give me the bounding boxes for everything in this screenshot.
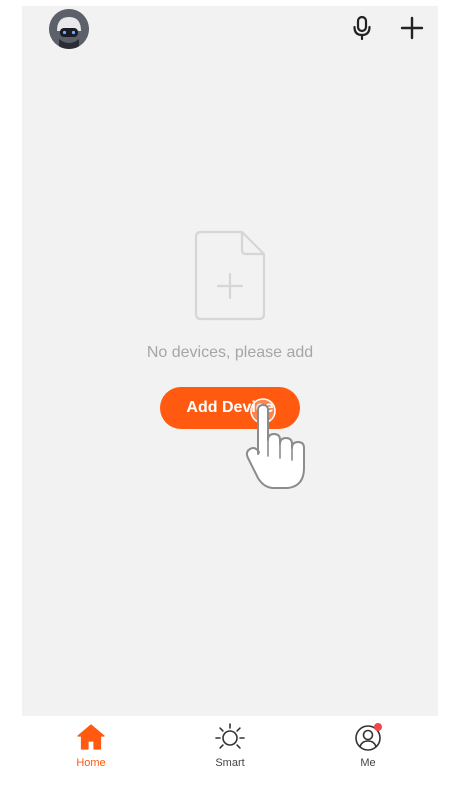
tab-smart-label: Smart: [215, 757, 245, 769]
bottom-tab-bar: Home Smart Me: [22, 716, 438, 773]
notification-badge: [374, 723, 382, 731]
sun-icon: [215, 723, 245, 749]
tab-smart[interactable]: Smart: [190, 716, 270, 773]
document-plus-icon: [194, 230, 266, 321]
home-icon: [77, 724, 105, 750]
add-button[interactable]: [398, 14, 426, 42]
avatar[interactable]: [49, 9, 89, 49]
add-device-button[interactable]: Add Device: [160, 387, 300, 429]
plus-icon: [400, 16, 424, 40]
microphone-button[interactable]: [348, 14, 376, 42]
avatar-icon: [49, 9, 89, 49]
tab-home[interactable]: Home: [51, 716, 131, 773]
top-bar: [22, 6, 438, 52]
tab-me-label: Me: [360, 757, 376, 769]
app-screen: No devices, please add Add Device Home S…: [22, 6, 438, 773]
microphone-icon: [353, 15, 371, 41]
empty-state-message: No devices, please add: [146, 344, 314, 361]
profile-icon: [355, 723, 382, 751]
tab-me[interactable]: Me: [328, 716, 408, 773]
tab-home-label: Home: [76, 757, 106, 769]
